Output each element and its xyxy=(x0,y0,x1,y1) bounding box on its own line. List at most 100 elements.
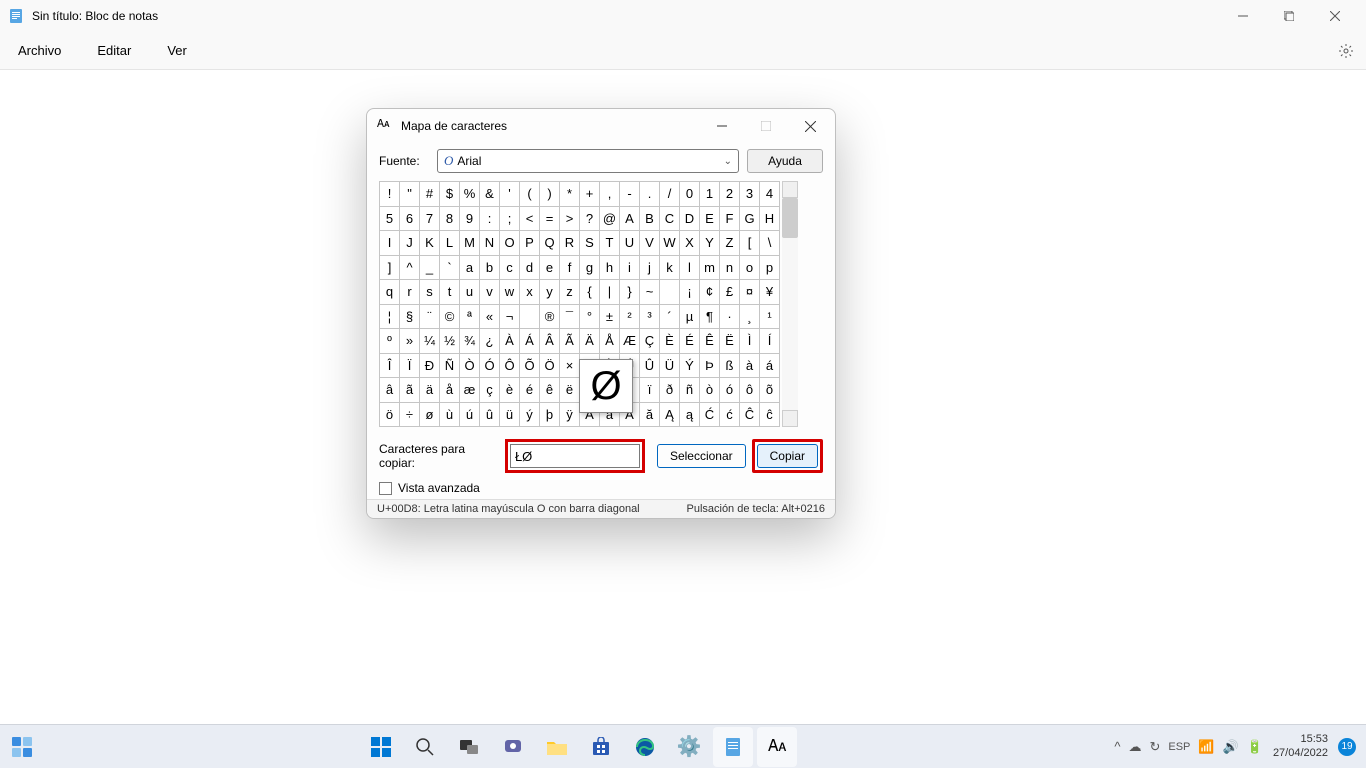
onedrive-icon[interactable]: ☁ xyxy=(1128,739,1141,755)
character-cell[interactable]: . xyxy=(640,182,660,207)
character-cell[interactable]: = xyxy=(540,206,560,231)
character-cell[interactable]: c xyxy=(500,255,520,280)
character-cell[interactable]: % xyxy=(460,182,480,207)
task-view-button[interactable] xyxy=(449,727,489,767)
character-cell[interactable]: £ xyxy=(720,280,740,305)
character-cell[interactable]: 3 xyxy=(740,182,760,207)
minimize-button[interactable] xyxy=(1220,0,1266,32)
tray-icons[interactable]: ^ ☁ ↻ ESP 📶 🔊 🔋 xyxy=(1114,739,1263,755)
character-cell[interactable]: È xyxy=(660,329,680,354)
character-cell[interactable]: n xyxy=(720,255,740,280)
copy-button[interactable]: Copiar xyxy=(757,444,818,468)
character-cell[interactable]: ¢ xyxy=(700,280,720,305)
charmap-taskbar-button[interactable]: 🗛 xyxy=(757,727,797,767)
character-cell[interactable]: Î xyxy=(380,353,400,378)
notepad-taskbar-button[interactable] xyxy=(713,727,753,767)
character-cell[interactable]: P xyxy=(520,231,540,256)
character-cell[interactable]: 7 xyxy=(420,206,440,231)
character-cell[interactable]: ¹ xyxy=(760,304,780,329)
character-cell[interactable]: Ñ xyxy=(440,353,460,378)
character-cell[interactable]: ¬ xyxy=(500,304,520,329)
character-cell[interactable]: Þ xyxy=(700,353,720,378)
character-cell[interactable]: X xyxy=(680,231,700,256)
character-cell[interactable]: k xyxy=(660,255,680,280)
character-cell[interactable]: ÷ xyxy=(400,402,420,427)
character-cell[interactable]: m xyxy=(700,255,720,280)
character-cell[interactable]: S xyxy=(580,231,600,256)
character-cell[interactable]: l xyxy=(680,255,700,280)
character-cell[interactable]: B xyxy=(640,206,660,231)
character-cell[interactable]: D xyxy=(680,206,700,231)
character-cell[interactable]: y xyxy=(540,280,560,305)
character-cell[interactable]: ñ xyxy=(680,378,700,403)
character-cell[interactable]: ¡ xyxy=(680,280,700,305)
tray-chevron-icon[interactable]: ^ xyxy=(1114,739,1120,754)
maximize-button[interactable] xyxy=(1266,0,1312,32)
character-cell[interactable]: x xyxy=(520,280,540,305)
character-cell[interactable]: ô xyxy=(740,378,760,403)
character-cell[interactable]: h xyxy=(600,255,620,280)
taskbar-clock[interactable]: 15:53 27/04/2022 xyxy=(1273,733,1328,761)
menu-edit[interactable]: Editar xyxy=(91,39,137,62)
character-cell[interactable]: Ĉ xyxy=(740,402,760,427)
character-cell[interactable]: # xyxy=(420,182,440,207)
character-cell[interactable]: ê xyxy=(540,378,560,403)
character-cell[interactable]: } xyxy=(620,280,640,305)
character-cell[interactable]: Û xyxy=(640,353,660,378)
character-cell[interactable]: ü xyxy=(500,402,520,427)
character-cell[interactable]: ¦ xyxy=(380,304,400,329)
scroll-up-button[interactable] xyxy=(782,181,798,198)
character-cell[interactable]: é xyxy=(520,378,540,403)
character-cell[interactable]: Æ xyxy=(620,329,640,354)
character-cell[interactable]: Õ xyxy=(520,353,540,378)
character-cell[interactable]: ¯ xyxy=(560,304,580,329)
character-cell[interactable]: ä xyxy=(420,378,440,403)
menu-file[interactable]: Archivo xyxy=(12,39,67,62)
character-cell[interactable]: ç xyxy=(480,378,500,403)
character-cell[interactable]: ã xyxy=(400,378,420,403)
character-cell[interactable]: d xyxy=(520,255,540,280)
character-cell[interactable]: Â xyxy=(540,329,560,354)
character-cell[interactable]: á xyxy=(760,353,780,378)
character-cell[interactable]: Å xyxy=(600,329,620,354)
character-cell[interactable]: Á xyxy=(520,329,540,354)
character-cell[interactable]: i xyxy=(620,255,640,280)
character-cell[interactable]: : xyxy=(480,206,500,231)
character-cell[interactable]: 2 xyxy=(720,182,740,207)
character-cell[interactable]: ~ xyxy=(640,280,660,305)
character-cell[interactable]: 8 xyxy=(440,206,460,231)
character-cell[interactable]: < xyxy=(520,206,540,231)
character-cell[interactable]: ß xyxy=(720,353,740,378)
copy-input[interactable] xyxy=(510,444,640,468)
select-button[interactable]: Seleccionar xyxy=(657,444,746,468)
character-cell[interactable]: ¾ xyxy=(460,329,480,354)
character-cell[interactable]: ă xyxy=(640,402,660,427)
character-cell[interactable]: ? xyxy=(580,206,600,231)
wifi-icon[interactable]: 📶 xyxy=(1198,739,1214,755)
character-cell[interactable]: ¿ xyxy=(480,329,500,354)
character-cell[interactable]: \ xyxy=(760,231,780,256)
character-cell[interactable]: N xyxy=(480,231,500,256)
character-cell[interactable]: f xyxy=(560,255,580,280)
character-cell[interactable]: | xyxy=(600,280,620,305)
character-cell[interactable]: { xyxy=(580,280,600,305)
character-cell[interactable]: ­ xyxy=(520,304,540,329)
character-cell[interactable]: ë xyxy=(560,378,580,403)
character-cell[interactable]: ± xyxy=(600,304,620,329)
character-cell[interactable]: o xyxy=(740,255,760,280)
character-cell[interactable]: Ã xyxy=(560,329,580,354)
character-cell[interactable]: õ xyxy=(760,378,780,403)
chat-button[interactable] xyxy=(493,727,533,767)
character-cell[interactable]: C xyxy=(660,206,680,231)
updates-icon[interactable]: ↻ xyxy=(1149,739,1160,755)
character-cell[interactable]: 1 xyxy=(700,182,720,207)
character-cell[interactable]: z xyxy=(560,280,580,305)
character-cell[interactable]: ó xyxy=(720,378,740,403)
charmap-minimize-button[interactable] xyxy=(707,114,737,138)
character-cell[interactable]: J xyxy=(400,231,420,256)
character-cell[interactable]: Ć xyxy=(700,402,720,427)
character-cell[interactable]: ð xyxy=(660,378,680,403)
search-button[interactable] xyxy=(405,727,445,767)
character-cell[interactable]: ¥ xyxy=(760,280,780,305)
volume-icon[interactable]: 🔊 xyxy=(1223,739,1239,755)
